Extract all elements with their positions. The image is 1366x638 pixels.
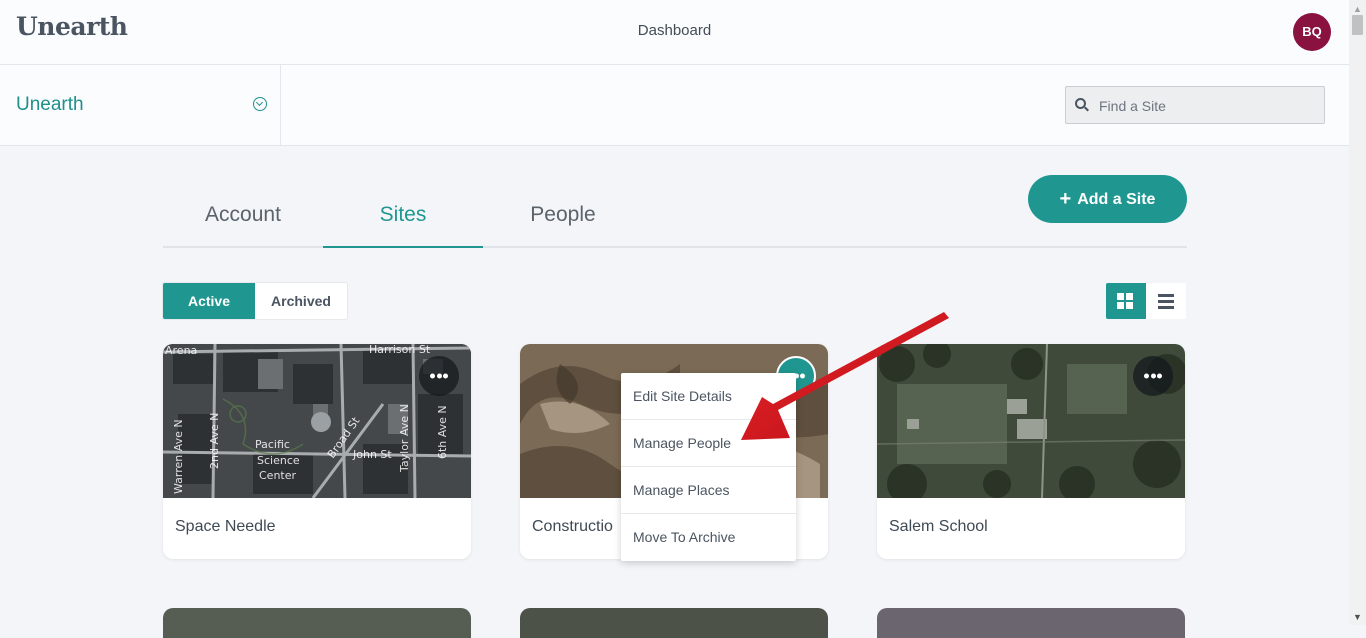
filter-active-button[interactable]: Active xyxy=(163,283,255,319)
scrollbar-thumb[interactable] xyxy=(1352,15,1363,35)
more-icon xyxy=(1144,373,1162,379)
map-label: 6th Ave N xyxy=(436,405,449,459)
page-scrollbar[interactable]: ▲ ▼ xyxy=(1349,0,1366,625)
organization-name: Unearth xyxy=(16,94,84,115)
tab-people[interactable]: People xyxy=(483,190,643,246)
scroll-up-icon[interactable]: ▲ xyxy=(1353,4,1362,14)
map-label: Science xyxy=(257,454,300,467)
site-card[interactable] xyxy=(163,608,471,638)
map-label: Taylor Ave N xyxy=(398,404,411,473)
user-avatar[interactable]: BQ xyxy=(1293,13,1331,51)
menu-item-manage-people[interactable]: Manage People xyxy=(621,420,796,467)
site-options-button[interactable] xyxy=(419,356,459,396)
site-name[interactable]: Constructio xyxy=(532,518,613,536)
site-map-thumbnail[interactable]: Harrison St Pacific Science Center Broad… xyxy=(163,344,471,498)
site-card[interactable] xyxy=(520,608,828,638)
site-search[interactable] xyxy=(1065,86,1325,125)
map-label: Center xyxy=(259,469,297,482)
filter-archived-button[interactable]: Archived xyxy=(255,283,347,319)
grid-view-button[interactable] xyxy=(1106,283,1146,319)
search-icon xyxy=(1075,98,1086,109)
tab-account[interactable]: Account xyxy=(163,190,323,246)
map-label: Pacific xyxy=(255,438,290,451)
map-label: Warren Ave N xyxy=(172,419,185,494)
grid-icon xyxy=(1117,293,1134,310)
site-name[interactable]: Space Needle xyxy=(175,518,276,536)
map-label: Harrison St xyxy=(369,344,431,356)
page-title: Dashboard xyxy=(637,22,712,39)
site-options-menu: Edit Site Details Manage People Manage P… xyxy=(621,373,796,561)
list-view-button[interactable] xyxy=(1146,283,1186,319)
more-icon xyxy=(430,373,448,379)
site-name[interactable]: Salem School xyxy=(889,518,988,536)
add-site-label: Add a Site xyxy=(1077,191,1156,208)
plus-icon: + xyxy=(1059,188,1072,210)
map-label: John St xyxy=(352,448,392,461)
menu-item-manage-places[interactable]: Manage Places xyxy=(621,467,796,514)
site-options-button[interactable] xyxy=(1133,356,1173,396)
search-input[interactable] xyxy=(1097,87,1321,125)
menu-item-edit-site-details[interactable]: Edit Site Details xyxy=(621,373,796,420)
map-label: 2nd Ave N xyxy=(208,413,221,469)
site-map-thumbnail[interactable] xyxy=(877,344,1185,498)
menu-item-move-to-archive[interactable]: Move To Archive xyxy=(621,514,796,561)
site-card[interactable] xyxy=(877,608,1185,638)
organization-selector[interactable]: Unearth xyxy=(0,65,281,145)
view-toggle xyxy=(1106,283,1186,319)
organization-bar: Unearth xyxy=(0,65,1349,146)
list-icon xyxy=(1158,294,1174,309)
tab-sites[interactable]: Sites xyxy=(323,190,483,248)
map-label: Arena xyxy=(165,344,197,357)
chevron-down-icon[interactable] xyxy=(253,97,267,111)
site-card[interactable]: Salem School xyxy=(877,344,1185,559)
add-site-button[interactable]: + Add a Site xyxy=(1028,175,1187,223)
status-filter: Active Archived xyxy=(163,283,347,319)
scroll-down-icon[interactable]: ▼ xyxy=(1353,612,1362,622)
site-card[interactable]: Harrison St Pacific Science Center Broad… xyxy=(163,344,471,559)
top-bar: Unearth Dashboard BQ xyxy=(0,0,1349,65)
